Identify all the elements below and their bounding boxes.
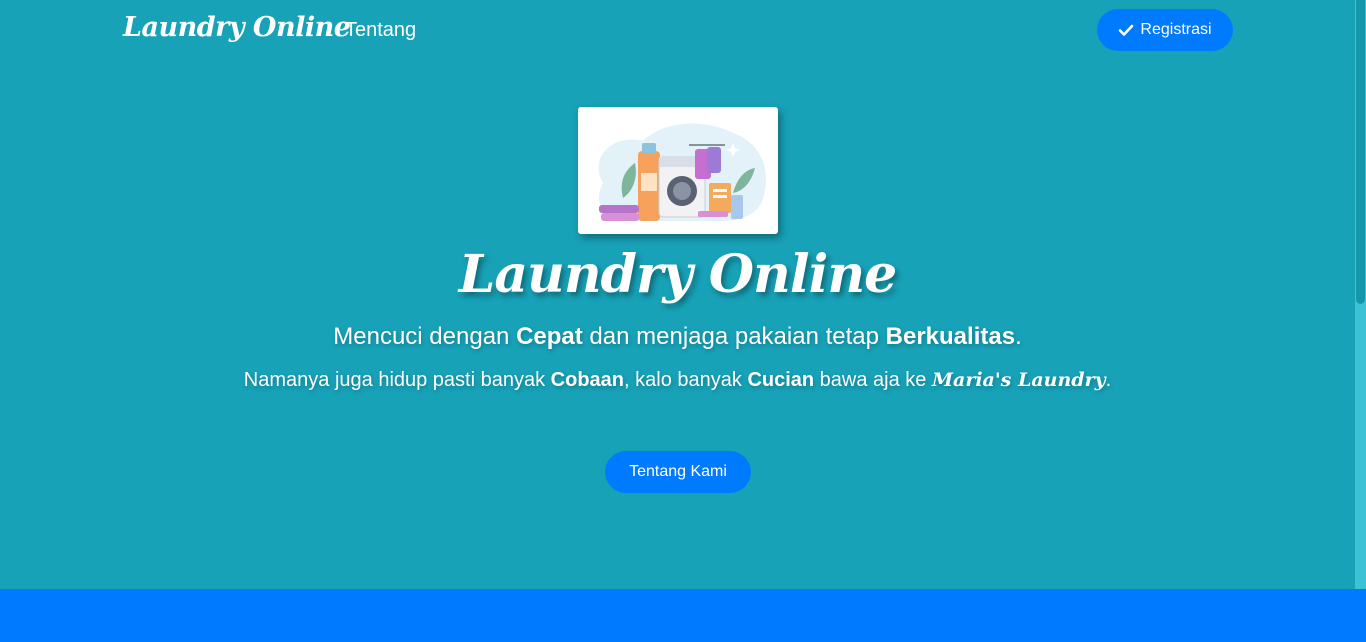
navbar: Laundry Online Tentang Registrasi	[0, 0, 1355, 60]
scrollbar-thumb[interactable]	[1356, 0, 1365, 304]
subline-text-3: bawa aja ke	[814, 369, 932, 391]
subline-bold-cobaan: Cobaan	[550, 369, 625, 391]
laundry-illustration	[578, 107, 778, 234]
hero-tagline: Mencuci dengan Cepat dan menjaga pakaian…	[0, 323, 1355, 351]
nav-link-tentang[interactable]: Tentang	[345, 19, 416, 42]
tagline-text-2: dan menjaga pakaian tetap	[582, 323, 886, 350]
check-icon	[1118, 22, 1134, 38]
subline-text-1: Namanya juga hidup pasti banyak	[243, 369, 551, 391]
register-button[interactable]: Registrasi	[1097, 9, 1233, 51]
brand-logo[interactable]: Laundry Online	[123, 12, 351, 43]
next-section	[0, 589, 1366, 642]
tagline-bold-cepat: Cepat	[516, 323, 583, 350]
tagline-text-3: .	[1015, 323, 1022, 350]
subline-brand: Maria's Laundry	[931, 369, 1106, 391]
tagline-bold-berkualitas: Berkualitas	[885, 323, 1016, 350]
register-label: Registrasi	[1140, 21, 1212, 38]
hero-subline: Namanya juga hidup pasti banyak Cobaan, …	[0, 369, 1355, 392]
hero-title: Laundry Online	[458, 244, 897, 305]
subline-text-4: .	[1105, 369, 1112, 391]
subline-text-2: , kalo banyak	[624, 369, 748, 391]
subline-bold-cucian: Cucian	[747, 369, 815, 391]
about-us-button[interactable]: Tentang Kami	[605, 451, 751, 493]
tagline-text-1: Mencuci dengan	[333, 323, 517, 350]
